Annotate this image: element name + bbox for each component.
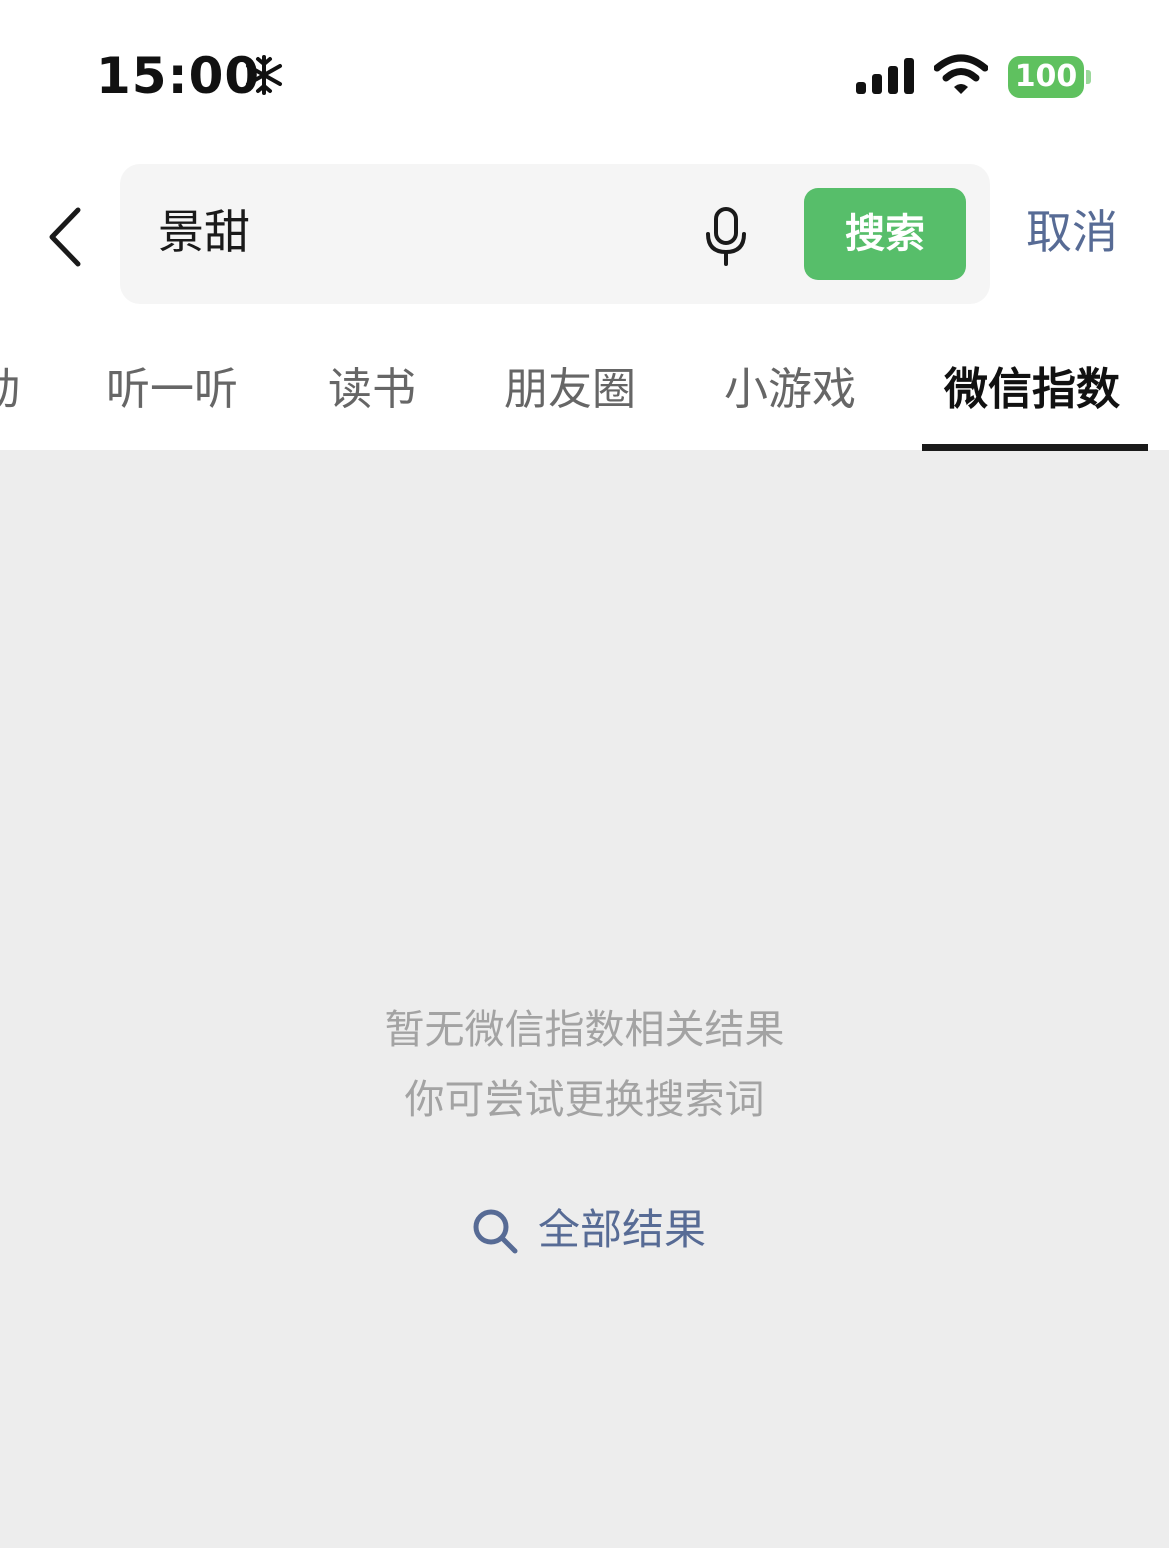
search-icon: [473, 1209, 518, 1254]
cellular-signal-icon: [856, 58, 914, 94]
battery-level: 100: [1008, 56, 1084, 98]
empty-state-message: 暂无微信指数相关结果: [384, 1007, 785, 1053]
search-button[interactable]: 搜索: [804, 188, 966, 280]
active-tab-indicator: [922, 444, 1148, 451]
microphone-icon[interactable]: [702, 206, 750, 268]
snowflake-icon: [246, 55, 282, 95]
all-results-label[interactable]: 全部结果: [538, 1198, 706, 1262]
back-chevron-icon[interactable]: [40, 204, 90, 270]
status-time: 15:00: [96, 47, 261, 105]
tab-moments[interactable]: 朋友圈: [504, 358, 636, 422]
battery-indicator: 100: [1008, 56, 1092, 98]
tab-mini-games[interactable]: 小游戏: [724, 358, 856, 422]
tab-read[interactable]: 读书: [328, 358, 416, 422]
tab-partial[interactable]: 动: [0, 358, 20, 422]
battery-tip: [1086, 70, 1091, 84]
tab-wechat-index[interactable]: 微信指数: [944, 358, 1120, 422]
wifi-icon: [934, 54, 988, 94]
cancel-button[interactable]: 取消: [1026, 200, 1118, 264]
tab-listen[interactable]: 听一听: [106, 358, 238, 422]
empty-state-hint: 你可尝试更换搜索词: [404, 1077, 765, 1123]
search-query-text[interactable]: 景甜: [158, 200, 250, 264]
